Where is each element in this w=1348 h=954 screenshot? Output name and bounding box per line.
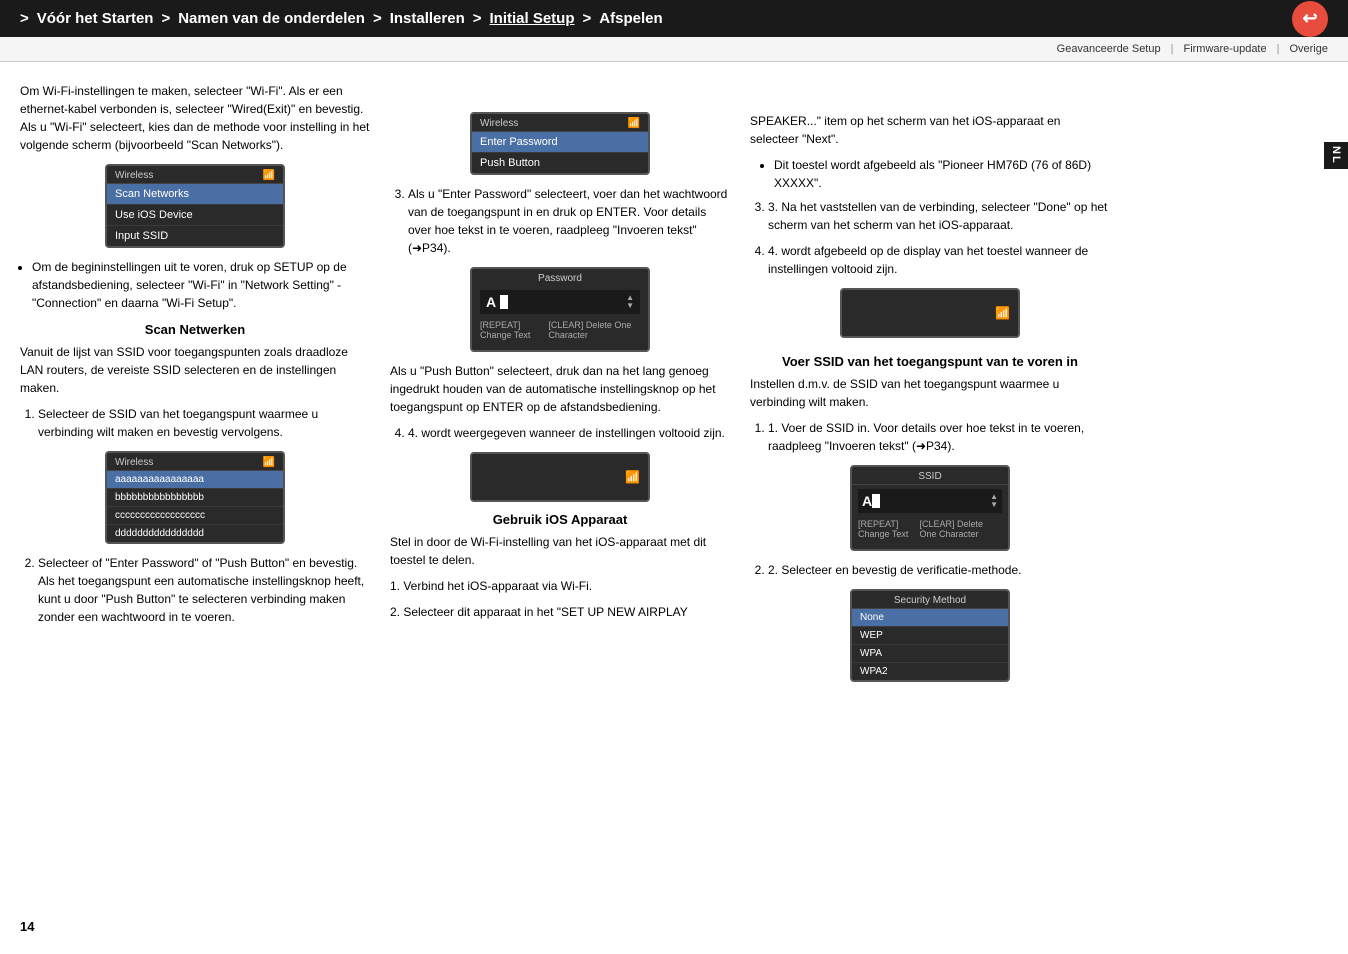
secondary-navigation: Geavanceerde Setup | Firmware-update | O…: [0, 37, 1348, 62]
scan-step-1: Selecteer de SSID van het toegangspunt w…: [38, 405, 370, 441]
device-screen-ios-done: 📶: [840, 288, 1020, 338]
ssid-repeat-label: [REPEAT] Change Text: [858, 519, 920, 539]
cursor-letter: A: [486, 294, 496, 310]
top-navigation: > Vóór het Starten > Namen van de onderd…: [0, 0, 1348, 37]
ios-intro: Stel in door de Wi-Fi-instelling van het…: [390, 533, 730, 569]
ssid-item-a: aaaaaaaaaaaaaaaa: [107, 471, 283, 489]
ssid-input-area: A ▲ ▼: [858, 489, 1002, 513]
ssid-step2-list: 2. Selecteer en bevestig de verificatie-…: [768, 561, 1110, 579]
ssid-steps: 1. Voer de SSID in. Voor details over ho…: [768, 419, 1110, 455]
nav-separator-5: >: [583, 10, 592, 27]
security-label: Security Method: [852, 591, 1008, 609]
ssid-arrows: ▲ ▼: [990, 493, 998, 509]
ios-step2: 2. Selecteer dit apparaat in het "SET UP…: [390, 603, 730, 621]
push-button-text: Als u "Push Button" selecteert, druk dan…: [390, 362, 730, 416]
password-arrows: ▲ ▼: [626, 294, 634, 310]
ios-bullet-item: Dit toestel wordt afgebeeld als "Pioneer…: [774, 156, 1110, 192]
right-steps: 3. Na het vaststellen van de verbinding,…: [768, 198, 1110, 234]
device-screen-password-input: Password A ▲ ▼ [REPEAT] Change Text [CLE…: [470, 267, 650, 352]
middle-column: 📶 Wireless Enter Password Push Button Al…: [390, 82, 730, 692]
nav-item-voor[interactable]: Vóór het Starten: [37, 10, 154, 27]
screen1-label: Wireless: [107, 166, 283, 184]
right-step3: 3. Na het vaststellen van de verbinding,…: [768, 198, 1110, 234]
nav-item-installeren[interactable]: Installeren: [390, 10, 465, 27]
screen2-label: Wireless: [107, 453, 283, 471]
device-screen-wireless-menu: 📶 Wireless Scan Networks Use iOS Device …: [105, 164, 285, 248]
screen1-item-ssid: Input SSID: [107, 226, 283, 246]
ios-heading: Gebruik iOS Apparaat: [390, 512, 730, 527]
scan-step2-list: Selecteer of "Enter Password" of "Push B…: [38, 554, 370, 626]
ios-bullet-list: Dit toestel wordt afgebeeld als "Pioneer…: [774, 156, 1110, 192]
screen1-item-ios: Use iOS Device: [107, 205, 283, 226]
back-button[interactable]: ↩: [1292, 1, 1328, 37]
security-none: None: [852, 609, 1008, 627]
page-number: 14: [20, 919, 34, 934]
setup-bullet-list: Om de begininstellingen uit te voren, dr…: [32, 258, 370, 312]
right-column: SPEAKER..." item op het scherm van het i…: [750, 82, 1110, 692]
security-wpa: WPA: [852, 645, 1008, 663]
nav-separator-2: >: [161, 10, 170, 27]
setup-bullet-item: Om de begininstellingen uit te voren, dr…: [32, 258, 370, 312]
wifi-icon-1: 📶: [263, 170, 275, 181]
ssid-cursor-block: [872, 494, 880, 508]
cursor-block: [500, 295, 508, 309]
nav-separator-1: >: [20, 10, 29, 27]
ssid-cursor-letter: A: [862, 493, 872, 509]
nav-separator-3: >: [373, 10, 382, 27]
device-screen-connecting: 📶: [470, 452, 650, 502]
ssid-step2: 2. Selecteer en bevestig de verificatie-…: [768, 561, 1110, 579]
ssid-item-b: bbbbbbbbbbbbbbbb: [107, 489, 283, 507]
scan-netwerken-heading: Scan Netwerken: [20, 322, 370, 337]
ios-step1: 1. Verbind het iOS-apparaat via Wi-Fi.: [390, 577, 730, 595]
ssid-footer: [REPEAT] Change Text [CLEAR] Delete One …: [852, 517, 1008, 543]
ssid-item-c: cccccccccccccccccc: [107, 507, 283, 525]
right-step4: 4. wordt afgebeeld op de display van het…: [768, 242, 1110, 278]
main-content: Om Wi-Fi-instellingen te maken, selectee…: [0, 62, 1348, 712]
step4-text: 4. wordt weergegeven wanneer de instelli…: [408, 424, 730, 442]
wifi-icon-2: 📶: [263, 457, 275, 468]
clear-label: [CLEAR] Delete One Character: [548, 320, 640, 340]
screen3-item-enter-password: Enter Password: [472, 132, 648, 153]
left-column: Om Wi-Fi-instellingen te maken, selectee…: [20, 82, 370, 692]
repeat-label: [REPEAT] Change Text: [480, 320, 548, 340]
secondary-nav-overige[interactable]: Overige: [1289, 43, 1328, 55]
screen3-item-push-button: Push Button: [472, 153, 648, 173]
device-screen-ssid-list: 📶 Wireless aaaaaaaaaaaaaaaa bbbbbbbbbbbb…: [105, 451, 285, 544]
scan-step-2: Selecteer of "Enter Password" of "Push B…: [38, 554, 370, 626]
ssid-step1: 1. Voer de SSID in. Voor details over ho…: [768, 419, 1110, 455]
ssid-intro: Instellen d.m.v. de SSID van het toegang…: [750, 375, 1110, 411]
nav-separator-4: >: [473, 10, 482, 27]
middle-steps: Als u "Enter Password" selecteert, voer …: [408, 185, 730, 257]
scan-steps-list: Selecteer de SSID van het toegangspunt w…: [38, 405, 370, 441]
screen4-label: Password: [472, 269, 648, 286]
wifi-icon-ios: 📶: [995, 306, 1010, 320]
password-footer: [REPEAT] Change Text [CLEAR] Delete One …: [472, 318, 648, 344]
nav-item-initial-setup[interactable]: Initial Setup: [490, 10, 575, 27]
secondary-nav-geavanceerde[interactable]: Geavanceerde Setup: [1057, 43, 1161, 55]
security-wpa2: WPA2: [852, 663, 1008, 680]
screen3-label: Wireless: [472, 114, 648, 132]
wifi-icon-dark: 📶: [625, 470, 640, 484]
speaker-text: SPEAKER..." item op het scherm van het i…: [750, 112, 1110, 148]
device-screen-ssid-input: SSID A ▲ ▼ [REPEAT] Change Text [CLEAR] …: [850, 465, 1010, 551]
device-screen-password-choice: 📶 Wireless Enter Password Push Button: [470, 112, 650, 175]
intro-paragraph: Om Wi-Fi-instellingen te maken, selectee…: [20, 82, 370, 154]
device-screen-security: Security Method None WEP WPA WPA2: [850, 589, 1010, 682]
nav-item-namen[interactable]: Namen van de onderdelen: [178, 10, 365, 27]
ssid-item-d: dddddddddddddddd: [107, 525, 283, 542]
wifi-icon-3: 📶: [628, 118, 640, 129]
password-input-area: A ▲ ▼: [480, 290, 640, 314]
security-wep: WEP: [852, 627, 1008, 645]
secondary-nav-firmware[interactable]: Firmware-update: [1183, 43, 1266, 55]
ssid-clear-label: [CLEAR] Delete One Character: [920, 519, 1003, 539]
ssid-screen-label: SSID: [852, 467, 1008, 485]
right-step4-list: 4. wordt afgebeeld op de display van het…: [768, 242, 1110, 278]
ssid-heading: Voer SSID van het toegangspunt van te vo…: [750, 354, 1110, 369]
step3-text: Als u "Enter Password" selecteert, voer …: [408, 185, 730, 257]
screen1-item-scan: Scan Networks: [107, 184, 283, 205]
nav-item-afspelen[interactable]: Afspelen: [599, 10, 662, 27]
scan-intro-text: Vanuit de lijst van SSID voor toegangspu…: [20, 343, 370, 397]
step4-list: 4. wordt weergegeven wanneer de instelli…: [408, 424, 730, 442]
